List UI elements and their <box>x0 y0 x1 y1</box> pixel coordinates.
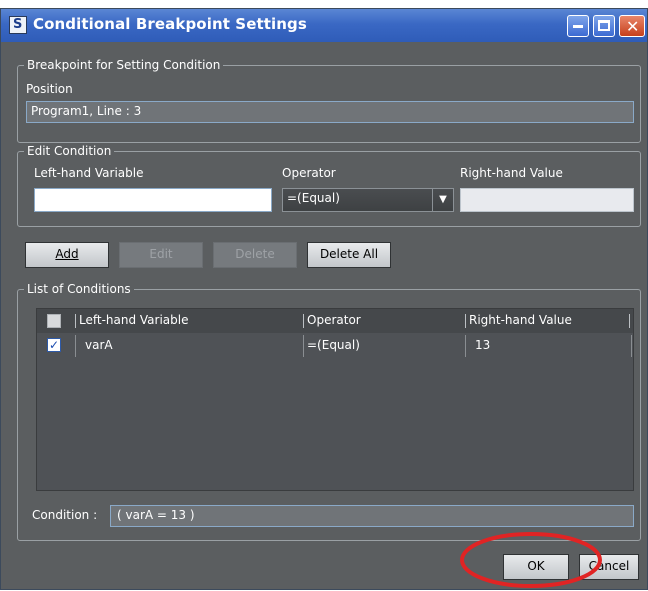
position-field: Program1, Line : 3 <box>26 101 634 123</box>
operator-selected-value: =(Equal) <box>287 191 340 205</box>
column-divider[interactable] <box>303 314 304 328</box>
position-group: Breakpoint for Setting Condition Positio… <box>17 57 641 143</box>
list-of-conditions-group: List of Conditions Left-hand Variable Op… <box>17 281 641 541</box>
table-row[interactable]: ✓ varA =(Equal) 13 <box>37 333 633 357</box>
cell-divider <box>303 335 304 357</box>
operator-label: Operator <box>282 166 336 180</box>
row-checkbox[interactable]: ✓ <box>47 338 61 352</box>
cell-left-hand-variable: varA <box>85 338 113 352</box>
cell-divider <box>631 335 632 357</box>
edit-condition-legend: Edit Condition <box>24 143 115 159</box>
close-button[interactable]: ✕ <box>619 15 645 37</box>
right-hand-value-input[interactable] <box>460 188 634 212</box>
close-icon: ✕ <box>626 17 640 36</box>
dialog-title: Conditional Breakpoint Settings <box>33 15 307 33</box>
highlight-circle <box>460 532 602 588</box>
position-group-legend: Breakpoint for Setting Condition <box>24 57 224 73</box>
condition-field: ( varA = 13 ) <box>110 505 634 527</box>
column-divider[interactable] <box>629 314 630 328</box>
condition-label: Condition : <box>32 508 98 522</box>
minimize-button[interactable] <box>567 15 589 37</box>
maximize-button[interactable] <box>593 15 615 37</box>
delete-button[interactable]: Delete <box>213 242 297 268</box>
add-button[interactable]: Add <box>25 242 109 268</box>
conditions-table[interactable]: Left-hand Variable Operator Right-hand V… <box>36 308 634 491</box>
operator-select[interactable]: =(Equal) ▼ <box>282 188 454 212</box>
left-hand-variable-input[interactable] <box>34 188 272 212</box>
cell-divider <box>465 335 466 357</box>
cell-divider <box>75 335 76 357</box>
app-icon-letter: S <box>13 17 23 32</box>
column-header-operator[interactable]: Operator <box>307 313 361 327</box>
edit-button[interactable]: Edit <box>119 242 203 268</box>
edit-condition-group: Edit Condition Left-hand Variable Operat… <box>17 143 641 227</box>
table-header: Left-hand Variable Operator Right-hand V… <box>37 309 633 333</box>
column-header-left-hand-variable[interactable]: Left-hand Variable <box>79 313 189 327</box>
conditional-breakpoint-dialog: S Conditional Breakpoint Settings ✕ Brea… <box>0 8 648 590</box>
right-hand-value-label: Right-hand Value <box>460 166 563 180</box>
column-divider[interactable] <box>75 314 76 328</box>
chevron-down-icon[interactable]: ▼ <box>432 189 453 211</box>
minimize-icon <box>573 25 583 28</box>
highlight-ellipse <box>460 532 602 588</box>
app-icon: S <box>9 16 27 34</box>
left-hand-variable-label: Left-hand Variable <box>34 166 144 180</box>
cell-operator: =(Equal) <box>307 338 360 352</box>
position-label: Position <box>26 82 73 96</box>
column-divider[interactable] <box>465 314 466 328</box>
list-of-conditions-legend: List of Conditions <box>24 281 134 297</box>
title-bar[interactable]: S Conditional Breakpoint Settings ✕ <box>1 9 647 42</box>
delete-all-button[interactable]: Delete All <box>307 242 391 268</box>
maximize-icon <box>598 20 610 31</box>
column-header-right-hand-value[interactable]: Right-hand Value <box>469 313 572 327</box>
select-all-checkbox[interactable] <box>47 314 61 328</box>
cell-right-hand-value: 13 <box>475 338 491 352</box>
